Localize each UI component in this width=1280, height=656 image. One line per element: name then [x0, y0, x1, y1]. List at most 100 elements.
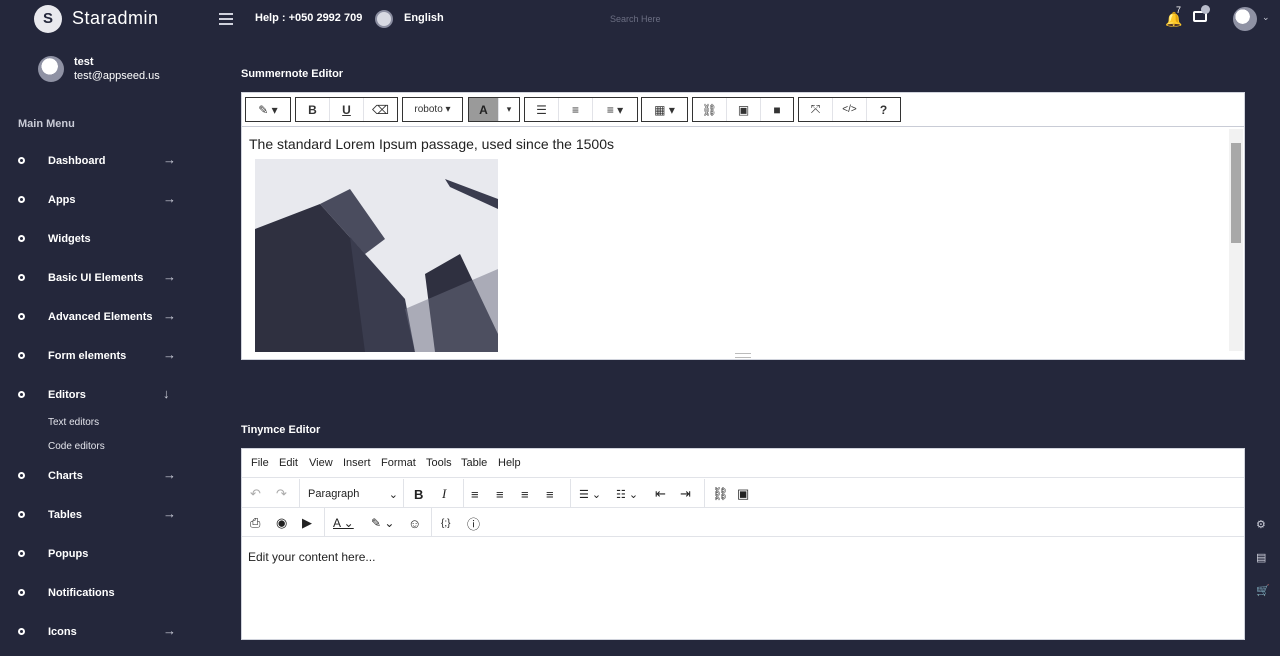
- sidebar-item-charts[interactable]: Charts →: [0, 461, 200, 500]
- cart-icon[interactable]: 🛒: [1256, 584, 1270, 597]
- magic-wand-icon[interactable]: ✎ ▾: [246, 98, 290, 121]
- scrollbar-thumb[interactable]: [1231, 143, 1241, 243]
- chevron-down-icon[interactable]: ▾: [499, 98, 519, 121]
- italic-button[interactable]: I: [442, 485, 446, 503]
- align-dropdown[interactable]: ≡ ▾: [593, 98, 637, 121]
- link-icon[interactable]: ⛓: [712, 485, 729, 503]
- menu-toggle-icon[interactable]: [219, 13, 233, 25]
- sidebar-item-forms[interactable]: Form elements →: [0, 341, 200, 380]
- content-image[interactable]: [255, 159, 498, 352]
- highlight-icon[interactable]: ✎ ⌄: [371, 514, 394, 532]
- circle-icon: [18, 589, 25, 596]
- search-input[interactable]: [610, 14, 730, 24]
- bold-button[interactable]: B: [296, 98, 330, 121]
- help-icon[interactable]: ?: [867, 98, 900, 121]
- sidebar-item-basic-ui[interactable]: Basic UI Elements →: [0, 263, 200, 302]
- redo-icon[interactable]: ↷: [276, 485, 287, 503]
- circle-icon: [18, 157, 25, 164]
- view-group: ⤧ </> ?: [798, 97, 901, 122]
- scrollbar[interactable]: [1229, 129, 1243, 351]
- sidebar-item-label: Icons: [48, 626, 77, 638]
- gear-icon[interactable]: ⚙: [1256, 518, 1266, 531]
- circle-icon: [18, 352, 25, 359]
- indent-icon[interactable]: ⇥: [680, 485, 691, 503]
- menu-tools[interactable]: Tools: [426, 457, 452, 469]
- video-icon[interactable]: ■: [761, 98, 793, 121]
- avatar[interactable]: [1233, 7, 1257, 31]
- undo-icon[interactable]: ↶: [250, 485, 261, 503]
- arrow-right-icon: →: [163, 623, 176, 638]
- chevron-down-icon[interactable]: ⌄: [1262, 12, 1270, 23]
- help-icon[interactable]: ⓘ: [467, 514, 480, 532]
- flag-icon[interactable]: [375, 10, 393, 28]
- image-icon[interactable]: ▣: [737, 485, 749, 503]
- divider: [431, 508, 432, 537]
- sidebar-item-label: Popups: [48, 548, 89, 560]
- menu-format[interactable]: Format: [381, 457, 416, 469]
- media-icon[interactable]: ▶: [302, 514, 312, 532]
- sidebar-item-advanced[interactable]: Advanced Elements →: [0, 302, 200, 341]
- sidebar-item-popups[interactable]: Popups: [0, 539, 200, 578]
- arrow-down-icon: ↓: [163, 386, 170, 401]
- chevron-down-icon: ⌄: [388, 488, 398, 501]
- print-icon[interactable]: ⎙: [250, 514, 260, 532]
- language-selector[interactable]: English: [404, 12, 444, 24]
- brand-name[interactable]: Staradmin: [72, 8, 159, 29]
- block-format-dropdown[interactable]: Paragraph ⌄: [308, 485, 398, 503]
- bullet-list-icon[interactable]: ☰: [525, 98, 559, 121]
- numbered-list-icon[interactable]: ≡: [559, 98, 593, 121]
- document-icon[interactable]: ▤: [1256, 551, 1266, 564]
- fullscreen-icon[interactable]: ⤧: [799, 98, 833, 121]
- menu-insert[interactable]: Insert: [343, 457, 371, 469]
- sidebar-menu: Dashboard → Apps → Widgets Basic UI Elem…: [0, 146, 200, 656]
- divider: [299, 479, 300, 508]
- align-justify-icon[interactable]: ≡: [546, 485, 554, 503]
- bold-button[interactable]: B: [414, 485, 423, 503]
- resize-handle[interactable]: [735, 353, 751, 358]
- menu-edit[interactable]: Edit: [279, 457, 298, 469]
- circle-icon: [18, 472, 25, 479]
- font-name-dropdown[interactable]: roboto ▾: [403, 98, 462, 121]
- outdent-icon[interactable]: ⇤: [655, 485, 666, 503]
- align-left-icon[interactable]: ≡: [471, 485, 479, 503]
- image-icon[interactable]: ▣: [727, 98, 761, 121]
- font-color-icon[interactable]: A: [469, 98, 499, 121]
- code-view-icon[interactable]: </>: [833, 98, 867, 121]
- divider: [463, 479, 464, 508]
- profile-avatar[interactable]: [38, 56, 64, 82]
- link-icon[interactable]: ⛓: [693, 98, 727, 121]
- align-center-icon[interactable]: ≡: [496, 485, 504, 503]
- numbered-list-icon[interactable]: ☷ ⌄: [616, 485, 638, 503]
- menu-file[interactable]: File: [251, 457, 269, 469]
- menu-help[interactable]: Help: [498, 457, 521, 469]
- menu-view[interactable]: View: [309, 457, 333, 469]
- underline-button[interactable]: U: [330, 98, 364, 121]
- sidebar-subitem-text-editors[interactable]: Text editors: [48, 417, 99, 428]
- eraser-icon[interactable]: ⌫: [364, 98, 397, 121]
- code-sample-icon[interactable]: {;}: [441, 514, 450, 532]
- table-icon[interactable]: ▦ ▾: [642, 98, 687, 121]
- sidebar-item-widgets[interactable]: Widgets: [0, 224, 200, 263]
- summernote-content[interactable]: The standard Lorem Ipsum passage, used s…: [242, 128, 1228, 353]
- tinymce-title: Tinymce Editor: [241, 424, 321, 436]
- sidebar-item-dashboard[interactable]: Dashboard →: [0, 146, 200, 185]
- menu-table[interactable]: Table: [461, 457, 487, 469]
- font-name-label: roboto: [414, 104, 443, 115]
- sidebar-item-icons[interactable]: Icons →: [0, 617, 200, 656]
- align-right-icon[interactable]: ≡: [521, 485, 529, 503]
- emoji-icon[interactable]: ☺: [408, 514, 421, 532]
- sidebar-item-tables[interactable]: Tables →: [0, 500, 200, 539]
- sidebar-subitem-code-editors[interactable]: Code editors: [48, 441, 105, 452]
- bullet-list-icon[interactable]: ☰ ⌄: [579, 485, 601, 503]
- preview-icon[interactable]: ◉: [276, 514, 287, 532]
- logo-icon[interactable]: S: [34, 5, 62, 33]
- tinymce-toolbar-2: ⎙ ◉ ▶ A ⌄ ✎ ⌄ ☺ {;} ⓘ: [242, 508, 1244, 537]
- arrow-right-icon: →: [163, 191, 176, 206]
- profile-email: test@appseed.us: [74, 70, 160, 82]
- divider: [570, 479, 571, 508]
- sidebar-item-notifications[interactable]: Notifications: [0, 578, 200, 617]
- text-color-icon[interactable]: A ⌄: [333, 514, 354, 532]
- arrow-right-icon: →: [163, 347, 176, 362]
- sidebar-item-apps[interactable]: Apps →: [0, 185, 200, 224]
- tinymce-content[interactable]: Edit your content here...: [248, 550, 375, 564]
